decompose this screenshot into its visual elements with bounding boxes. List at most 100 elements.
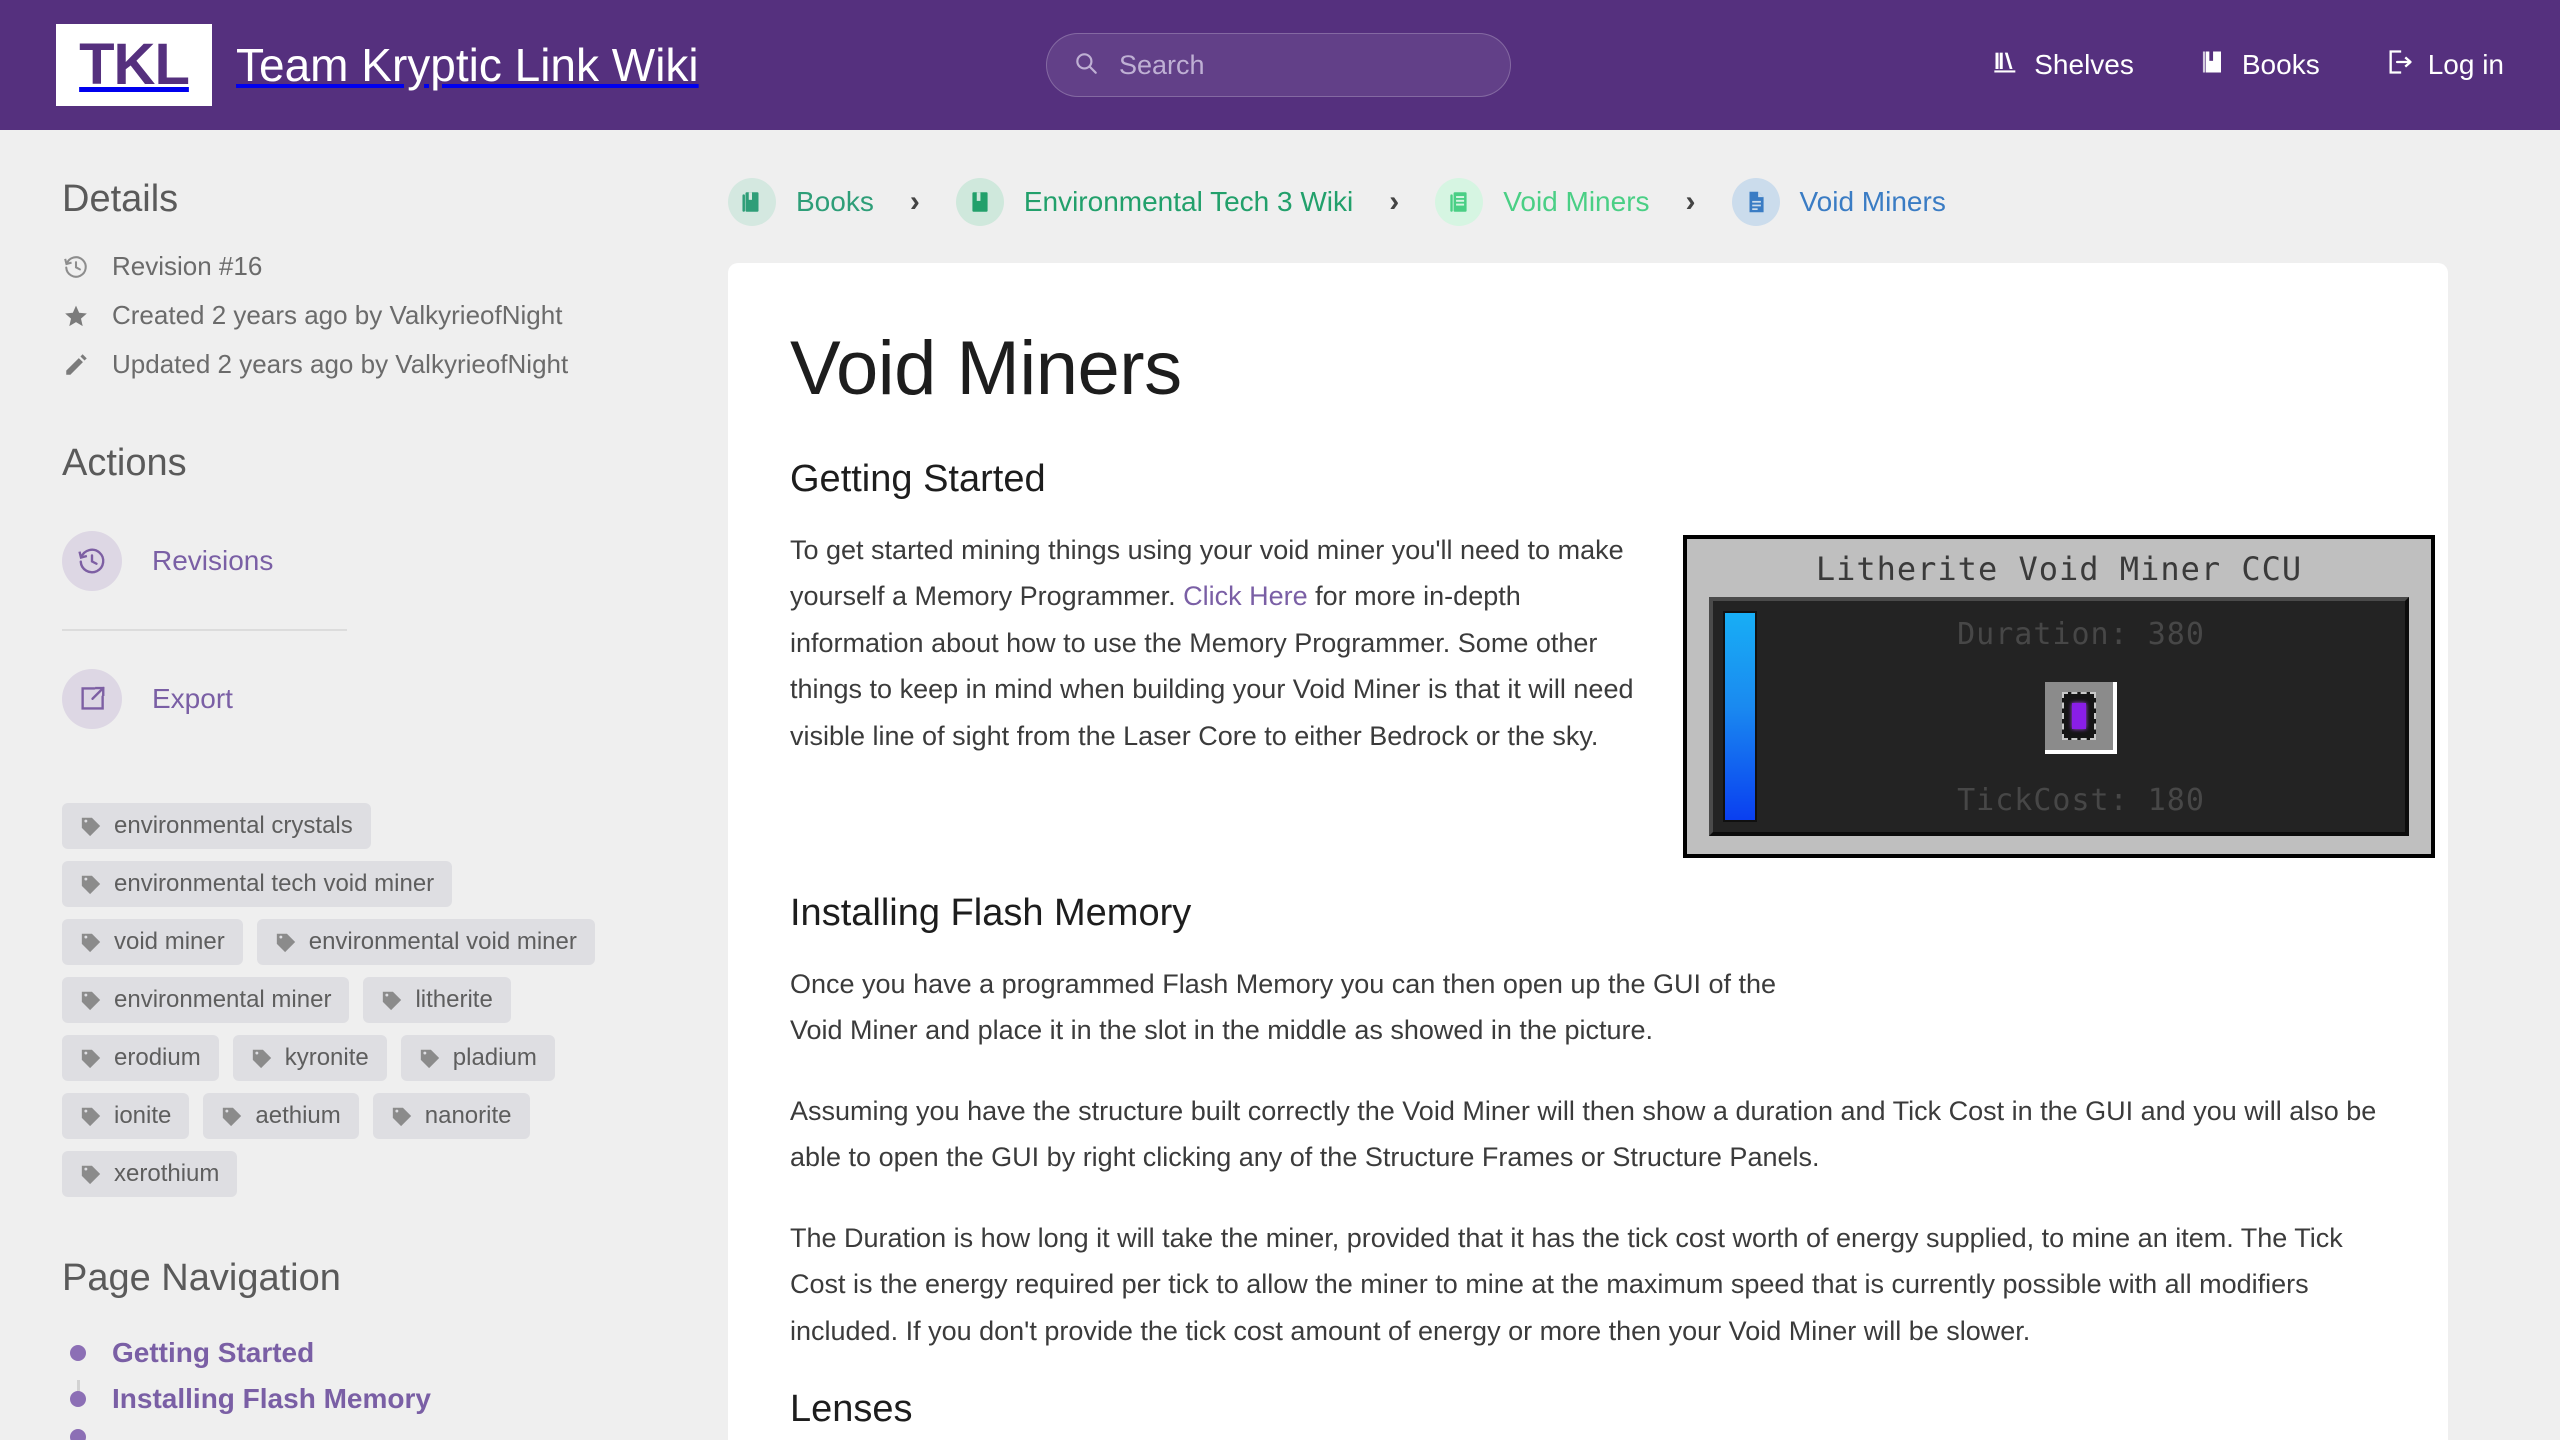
breadcrumb-label: Void Miners <box>1799 186 1946 217</box>
chip-core <box>2072 702 2086 729</box>
game-screenshot-figure: Litherite Void Miner CCU Duration: 380 T… <box>1683 535 2435 858</box>
tag-label: environmental crystals <box>114 812 353 839</box>
detail-created: Created 2 years ago by ValkyrieofNight <box>62 300 630 331</box>
actions-heading: Actions <box>62 442 187 484</box>
intro-paragraph: To get started mining things using your … <box>790 527 1645 759</box>
breadcrumb-item-page[interactable]: Void Miners <box>1731 178 1946 226</box>
breadcrumb: Books › Environmental Tech 3 Wiki › Void… <box>728 130 2560 226</box>
action-export[interactable]: Export <box>62 653 630 745</box>
action-revisions[interactable]: Revisions <box>62 515 630 607</box>
click-here-link[interactable]: Click Here <box>1183 581 1308 611</box>
tag-item[interactable]: erodium <box>62 1035 219 1081</box>
page-nav-item-installing-flash-memory[interactable]: Installing Flash Memory <box>62 1376 630 1422</box>
page-navigation-list: Getting Started Installing Flash Memory <box>62 1330 630 1440</box>
page-layout: Details Revision #16 Created 2 years ago… <box>0 130 2560 1440</box>
paragraph-flash-memory-2: Assuming you have the structure built co… <box>790 1095 2377 1173</box>
export-icon <box>62 669 122 729</box>
breadcrumb-item-books[interactable]: Books <box>728 178 874 226</box>
detail-updated-text: Updated 2 years ago by ValkyrieofNight <box>112 349 569 379</box>
game-screenshot[interactable]: Litherite Void Miner CCU Duration: 380 T… <box>1683 535 2435 858</box>
breadcrumb-separator: › <box>1685 185 1696 218</box>
tag-label: ionite <box>114 1102 172 1129</box>
section-heading-getting-started: Getting Started <box>790 458 1046 500</box>
paragraph-flash-memory-1: Once you have a programmed Flash Memory … <box>790 969 1777 1046</box>
tag-item[interactable]: xerothium <box>62 1151 238 1197</box>
tag-item[interactable]: ionite <box>62 1093 190 1139</box>
page-nav-label: Getting Started <box>112 1337 315 1368</box>
breadcrumb-item-chapter[interactable]: Void Miners <box>1435 178 1650 226</box>
pencil-icon <box>62 351 90 379</box>
flash-memory-chip-icon <box>2062 691 2096 740</box>
details-heading: Details <box>62 178 179 220</box>
tag-item[interactable]: kyronite <box>232 1035 387 1081</box>
page-nav-item-getting-started[interactable]: Getting Started <box>62 1330 630 1376</box>
tag-item[interactable]: void miner <box>62 919 243 965</box>
tag-label: kyronite <box>284 1044 369 1071</box>
search-input[interactable] <box>1119 49 1484 81</box>
mc-memory-slot[interactable] <box>2045 681 2117 754</box>
detail-revision: Revision #16 <box>62 251 630 282</box>
chapter-icon <box>1435 178 1484 226</box>
shelves-icon <box>1992 48 2020 83</box>
section-heading-lenses: Lenses <box>790 1388 913 1431</box>
page-nav-item-partial[interactable] <box>62 1422 630 1440</box>
page-content-card: Void Miners Getting Started To get start… <box>728 263 2448 1440</box>
mc-tickcost-label: TickCost: 180 <box>1957 783 2205 818</box>
detail-revision-text: Revision #16 <box>112 251 263 281</box>
detail-created-text: Created 2 years ago by ValkyrieofNight <box>112 300 563 330</box>
bullet-icon <box>70 1345 86 1361</box>
bullet-icon <box>70 1391 86 1407</box>
breadcrumb-item-book[interactable]: Environmental Tech 3 Wiki <box>955 178 1354 226</box>
mc-gui-window: Litherite Void Miner CCU Duration: 380 T… <box>1687 539 2431 854</box>
action-export-label: Export <box>152 683 233 714</box>
intro-row: To get started mining things using your … <box>790 527 2435 858</box>
nav-item-shelves[interactable]: Shelves <box>1992 48 2134 83</box>
nav-item-login[interactable]: Log in <box>2386 48 2504 83</box>
mc-gui-panel: Duration: 380 TickCost: 180 <box>1709 597 2409 836</box>
tag-label: nanorite <box>424 1102 512 1129</box>
tag-label: litherite <box>415 986 493 1013</box>
tag-item[interactable]: nanorite <box>372 1093 530 1139</box>
nav-item-books[interactable]: Books <box>2200 48 2320 83</box>
tag-item[interactable]: environmental crystals <box>62 803 371 849</box>
breadcrumb-separator: › <box>1389 185 1400 218</box>
tag-item[interactable]: litherite <box>363 977 511 1023</box>
intro-text-block: To get started mining things using your … <box>790 527 1645 793</box>
action-revisions-label: Revisions <box>152 545 274 576</box>
tag-item[interactable]: environmental tech void miner <box>62 861 453 907</box>
tag-label: pladium <box>452 1044 537 1071</box>
tag-label: aethium <box>255 1102 341 1129</box>
book-icon <box>2200 48 2228 83</box>
tag-item[interactable]: environmental miner <box>62 977 350 1023</box>
header-nav: Shelves Books Log in <box>1992 48 2504 83</box>
search-container <box>1046 33 1511 97</box>
tag-list: environmental crystals environmental tec… <box>62 803 642 1197</box>
login-icon <box>2386 48 2414 83</box>
search-box[interactable] <box>1046 33 1511 97</box>
page-title: Void Miners <box>790 326 1182 411</box>
tag-label: xerothium <box>114 1160 220 1187</box>
tag-item[interactable]: aethium <box>203 1093 359 1139</box>
main-content: Books › Environmental Tech 3 Wiki › Void… <box>690 130 2560 1440</box>
tag-item[interactable]: environmental void miner <box>256 919 595 965</box>
breadcrumb-label: Environmental Tech 3 Wiki <box>1023 186 1354 217</box>
detail-updated: Updated 2 years ago by ValkyrieofNight <box>62 349 630 380</box>
mc-gui-body: Duration: 380 TickCost: 180 <box>1757 601 2405 832</box>
breadcrumb-label: Void Miners <box>1503 186 1650 217</box>
bullet-icon <box>70 1429 86 1440</box>
site-logo: TKL <box>56 24 212 106</box>
tag-label: erodium <box>114 1044 201 1071</box>
nav-label-books: Books <box>2241 49 2320 80</box>
search-icon <box>1073 50 1099 81</box>
actions-divider <box>62 629 347 631</box>
book-icon <box>955 178 1004 226</box>
tag-item[interactable]: pladium <box>400 1035 555 1081</box>
tag-label: environmental miner <box>114 986 332 1013</box>
brand-home-link[interactable]: TKL Team Kryptic Link Wiki <box>56 24 699 106</box>
page-navigation-heading: Page Navigation <box>62 1257 341 1299</box>
history-icon <box>62 253 90 281</box>
tag-label: environmental tech void miner <box>114 870 435 897</box>
tag-label: environmental void miner <box>308 928 577 955</box>
section-heading-installing-flash-memory: Installing Flash Memory <box>790 892 1192 934</box>
history-icon <box>62 531 122 591</box>
